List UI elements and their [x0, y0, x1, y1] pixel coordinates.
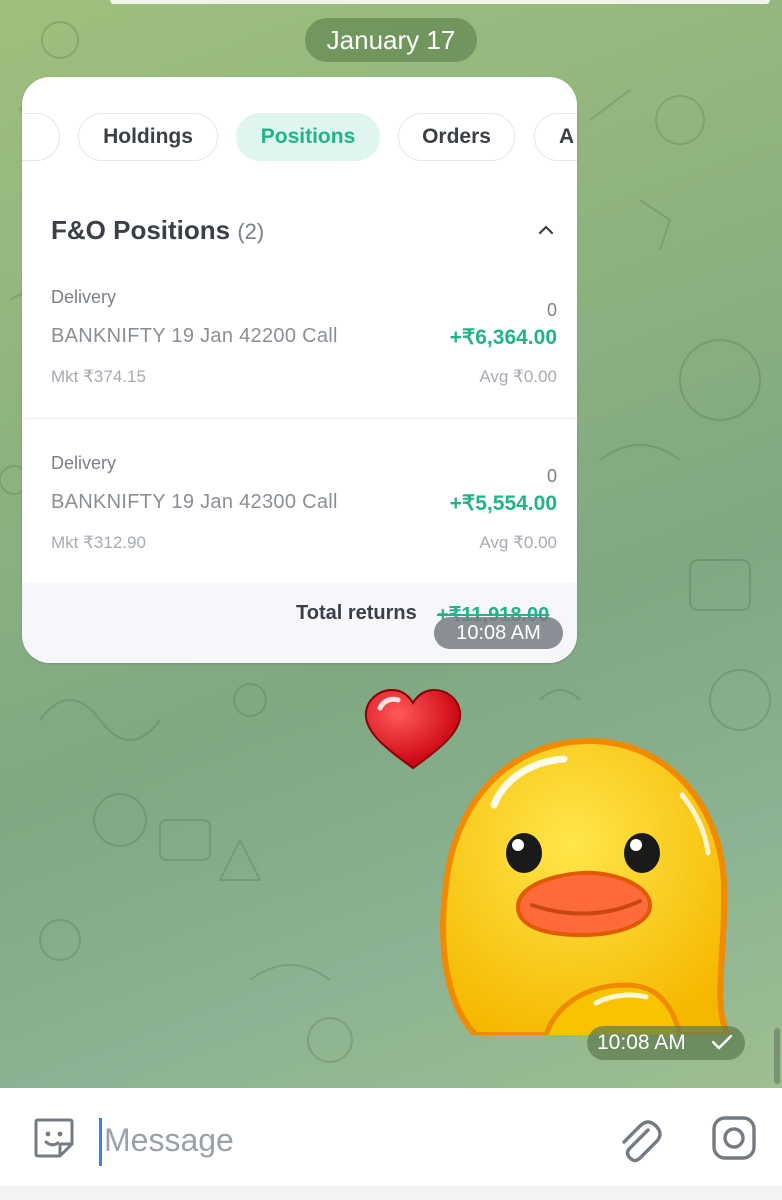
section-count: (2) [237, 219, 265, 244]
section-title: F&O Positions (2) [51, 215, 264, 246]
scroll-indicator[interactable] [774, 1028, 780, 1084]
paperclip-icon[interactable] [612, 1112, 664, 1166]
section-title-text: F&O Positions [51, 215, 231, 245]
sticker-timestamp: 10:08 AM [587, 1026, 745, 1060]
tab-partial [22, 113, 60, 161]
position-pnl: +₹6,364.00 [449, 326, 557, 349]
message-input[interactable] [98, 1116, 566, 1164]
tab-holdings: Holdings [78, 113, 218, 161]
position-name: BANKNIFTY 19 Jan 42300 Call [51, 491, 338, 513]
position-avg: Avg ₹0.00 [479, 533, 557, 552]
chevron-up-icon [538, 225, 554, 235]
position-avg: Avg ₹0.00 [479, 367, 557, 386]
tab-partial-a: A [534, 113, 577, 161]
image-message[interactable]: Holdings Positions Orders A F&O Position… [22, 77, 577, 663]
position-pnl: +₹5,554.00 [449, 492, 557, 515]
tab-orders: Orders [398, 113, 515, 161]
duck-sticker[interactable] [436, 735, 732, 1035]
divider [22, 418, 577, 419]
position-qty: 0 [546, 466, 557, 486]
nav-bar-edge [0, 1186, 782, 1200]
instagram-camera-icon[interactable] [710, 1114, 758, 1162]
position-mkt: Mkt ₹312.90 [51, 533, 146, 552]
position-type: Delivery [51, 287, 117, 307]
check-icon [711, 1034, 733, 1050]
position-qty: 0 [546, 300, 557, 320]
total-returns-label: Total returns [296, 602, 417, 624]
date-separator: January 17 [305, 18, 477, 62]
sticker-time-text: 10:08 AM [597, 1031, 686, 1054]
sticker-icon[interactable] [30, 1114, 78, 1162]
position-mkt: Mkt ₹374.15 [51, 367, 146, 386]
position-type: Delivery [51, 453, 117, 473]
previous-message-edge [110, 0, 770, 4]
message-timestamp: 10:08 AM [434, 617, 563, 649]
tab-bar: Holdings Positions Orders A [22, 113, 577, 163]
position-name: BANKNIFTY 19 Jan 42200 Call [51, 325, 338, 347]
text-caret [99, 1118, 102, 1166]
tab-positions: Positions [236, 113, 380, 161]
